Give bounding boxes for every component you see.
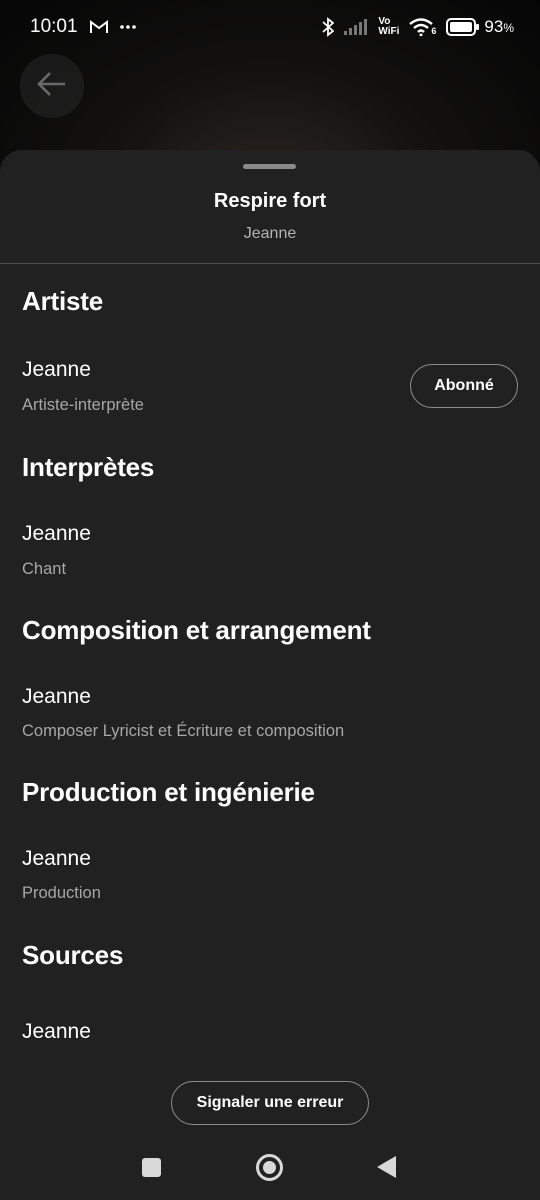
more-dots-icon xyxy=(119,25,136,29)
following-button[interactable]: Abonné xyxy=(410,364,518,408)
status-bar: 10:01 Vo WiFi 6 93% xyxy=(0,0,540,54)
system-nav-bar xyxy=(0,1140,540,1196)
drag-handle[interactable] xyxy=(243,164,296,169)
person-role: Composer Lyricist et Écriture et composi… xyxy=(22,722,345,740)
recents-square-icon[interactable] xyxy=(142,1158,161,1177)
person-name[interactable]: Jeanne xyxy=(22,358,91,382)
person-name[interactable]: Jeanne xyxy=(22,847,91,871)
signal-icon xyxy=(344,19,368,35)
battery-icon: 93% xyxy=(446,17,514,37)
song-title: Respire fort xyxy=(213,190,327,212)
section-title-production: Production et ingénierie xyxy=(22,777,315,807)
home-circle-icon[interactable] xyxy=(256,1154,283,1181)
person-name[interactable]: Jeanne xyxy=(22,685,91,709)
home-dot xyxy=(263,1161,276,1174)
credits-sheet: Respire fort Jeanne Artiste Jeanne Artis… xyxy=(0,150,540,1200)
sheet-header: Respire fort Jeanne xyxy=(0,190,540,243)
battery-percent-sign: % xyxy=(503,21,514,35)
wifi-badge: 6 xyxy=(431,26,437,36)
person-name[interactable]: Jeanne xyxy=(22,1020,91,1044)
status-time: 10:01 xyxy=(30,16,78,37)
vowifi-icon: Vo WiFi xyxy=(378,17,399,37)
back-button[interactable] xyxy=(20,54,84,118)
status-left: 10:01 xyxy=(30,16,136,38)
section-title-composition: Composition et arrangement xyxy=(22,615,371,645)
person-role: Artiste-interprète xyxy=(22,396,144,414)
section-title-sources: Sources xyxy=(22,940,124,970)
report-error-button[interactable]: Signaler une erreur xyxy=(171,1081,369,1125)
song-artist: Jeanne xyxy=(243,225,297,242)
section-title-interpretes: Interprètes xyxy=(22,452,155,482)
section-title-artiste: Artiste xyxy=(22,286,103,316)
person-name[interactable]: Jeanne xyxy=(22,522,91,546)
person-role: Production xyxy=(22,884,101,902)
vowifi-label-bottom: WiFi xyxy=(378,26,400,37)
person-role: Chant xyxy=(22,560,67,578)
arrow-left-icon xyxy=(37,71,67,102)
battery-percent: 93% xyxy=(484,17,514,37)
battery-percent-value: 93 xyxy=(484,17,504,36)
gmail-icon xyxy=(89,20,108,34)
header-divider xyxy=(0,263,540,264)
wifi-icon: 6 xyxy=(409,18,436,36)
bluetooth-icon xyxy=(322,17,335,37)
status-right: Vo WiFi 6 93% xyxy=(322,17,514,37)
back-triangle-icon[interactable] xyxy=(377,1156,396,1178)
